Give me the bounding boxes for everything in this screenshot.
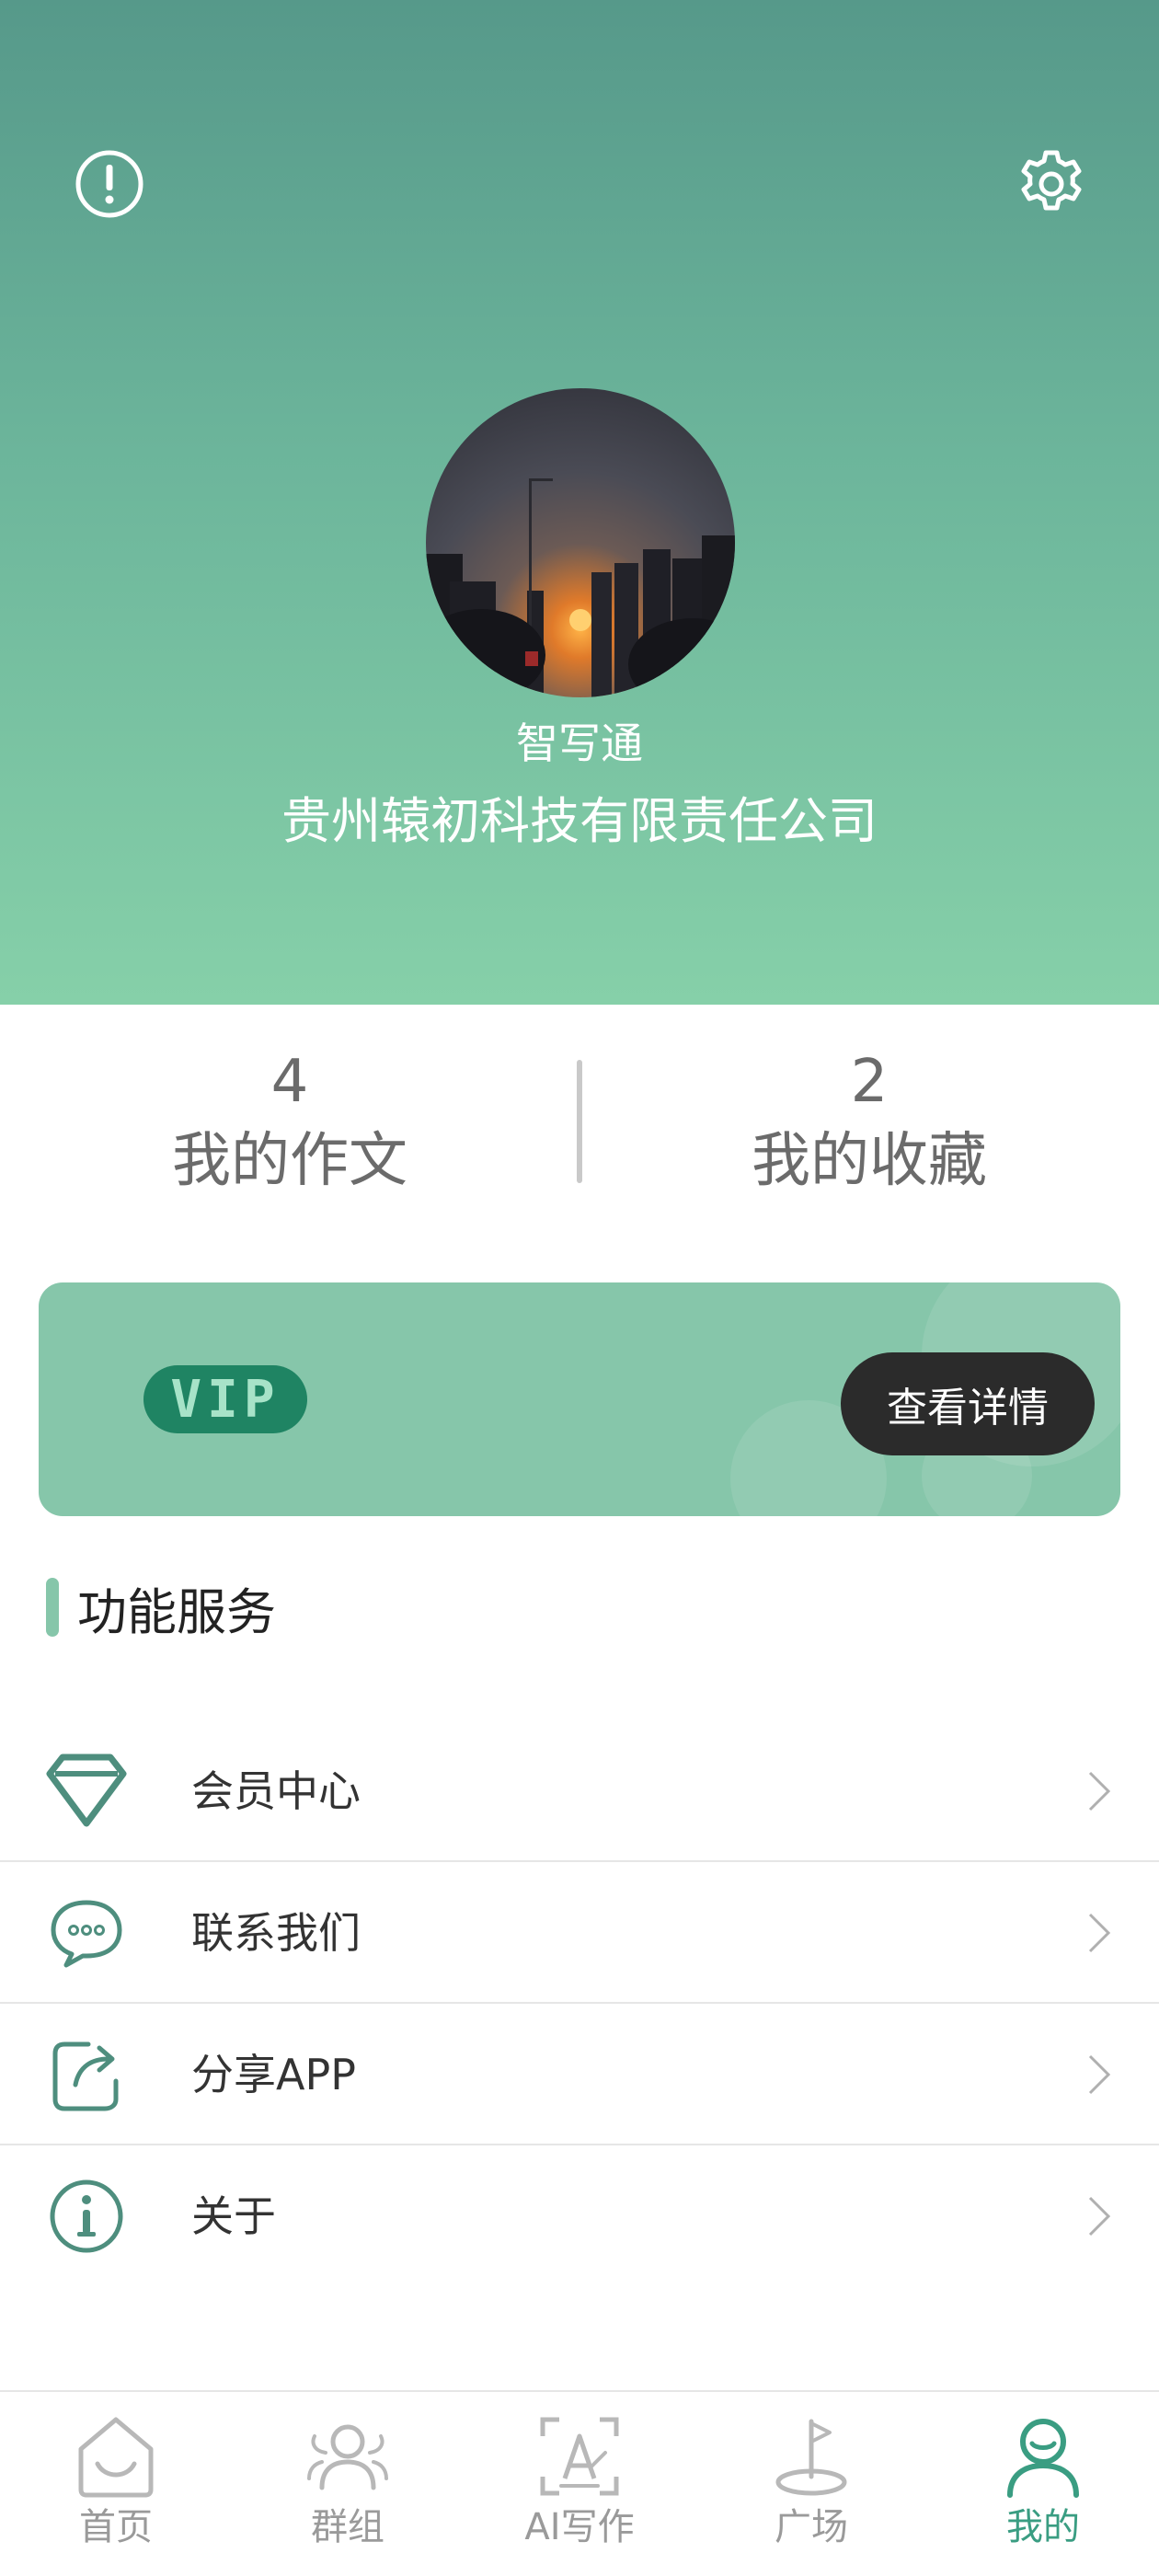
company-name: 贵州辕初科技有限责任公司 bbox=[281, 792, 878, 850]
app-name: 智写通 bbox=[516, 719, 643, 768]
my-favorites-stat[interactable]: 2 我的收藏 bbox=[580, 1045, 1159, 1203]
tab-label: 广场 bbox=[775, 2506, 848, 2548]
services-title: 功能服务 bbox=[77, 1582, 276, 1641]
tab-label: 首页 bbox=[79, 2506, 153, 2548]
chevron-right-icon bbox=[1088, 1771, 1111, 1811]
menu-label: 联系我们 bbox=[191, 1908, 361, 1958]
avatar-image bbox=[426, 478, 735, 697]
menu-item-membership[interactable]: 会员中心 bbox=[0, 1720, 1159, 1862]
tab-label: AI写作 bbox=[524, 2506, 635, 2548]
menu-item-about[interactable]: 关于 bbox=[0, 2145, 1159, 2287]
group-icon bbox=[307, 2424, 388, 2490]
settings-button[interactable] bbox=[1010, 143, 1093, 225]
tab-ai-writing[interactable]: AI写作 bbox=[464, 2410, 695, 2576]
menu-item-contact[interactable]: 联系我们 bbox=[0, 1862, 1159, 2004]
chevron-right-icon bbox=[1088, 2196, 1111, 2237]
my-favorites-count: 2 bbox=[850, 1048, 889, 1116]
menu-label: 会员中心 bbox=[191, 1766, 361, 1816]
services-menu: 会员中心 联系我们 分享APP 关于 bbox=[0, 1720, 1159, 2287]
diamond-icon bbox=[42, 1750, 131, 1833]
share-icon bbox=[42, 2033, 131, 2116]
info-icon bbox=[42, 2175, 131, 2258]
plaza-icon bbox=[775, 2419, 847, 2496]
services-section-title: 功能服务 bbox=[46, 1575, 276, 1641]
tab-label: 群组 bbox=[311, 2506, 384, 2548]
tab-group[interactable]: 群组 bbox=[232, 2410, 464, 2576]
profile-header: 智写通 贵州辕初科技有限责任公司 bbox=[0, 0, 1159, 1005]
tab-label: 我的 bbox=[1006, 2506, 1080, 2548]
vip-badge: VIP bbox=[143, 1365, 307, 1433]
vip-card[interactable]: VIP 查看详情 bbox=[39, 1282, 1120, 1516]
home-icon bbox=[78, 2417, 154, 2498]
my-essays-stat[interactable]: 4 我的作文 bbox=[0, 1045, 580, 1203]
gear-icon bbox=[1021, 150, 1082, 211]
chevron-right-icon bbox=[1088, 1913, 1111, 1953]
menu-item-share[interactable]: 分享APP bbox=[0, 2004, 1159, 2145]
bottom-tab-bar: 首页 群组 AI写作 广场 我的 bbox=[0, 2390, 1159, 2576]
chevron-right-icon bbox=[1088, 2054, 1111, 2095]
notice-button[interactable] bbox=[68, 143, 151, 225]
ai-writing-icon bbox=[540, 2417, 619, 2496]
menu-label: 关于 bbox=[191, 2191, 276, 2241]
tab-profile[interactable]: 我的 bbox=[927, 2410, 1159, 2576]
my-essays-label: 我的作文 bbox=[172, 1127, 407, 1195]
menu-label: 分享APP bbox=[191, 2050, 356, 2099]
vip-details-button[interactable]: 查看详情 bbox=[841, 1352, 1095, 1455]
avatar[interactable] bbox=[426, 388, 735, 697]
my-favorites-label: 我的收藏 bbox=[752, 1127, 987, 1195]
profile-icon bbox=[1007, 2419, 1079, 2498]
tab-plaza[interactable]: 广场 bbox=[695, 2410, 927, 2576]
my-essays-count: 4 bbox=[270, 1048, 309, 1116]
tab-home[interactable]: 首页 bbox=[0, 2410, 232, 2576]
chat-bubble-icon bbox=[42, 1892, 131, 1974]
stats-panel: 4 我的作文 2 我的收藏 bbox=[0, 1005, 1159, 1255]
section-accent-bar bbox=[46, 1578, 59, 1637]
alert-icon bbox=[75, 150, 143, 218]
